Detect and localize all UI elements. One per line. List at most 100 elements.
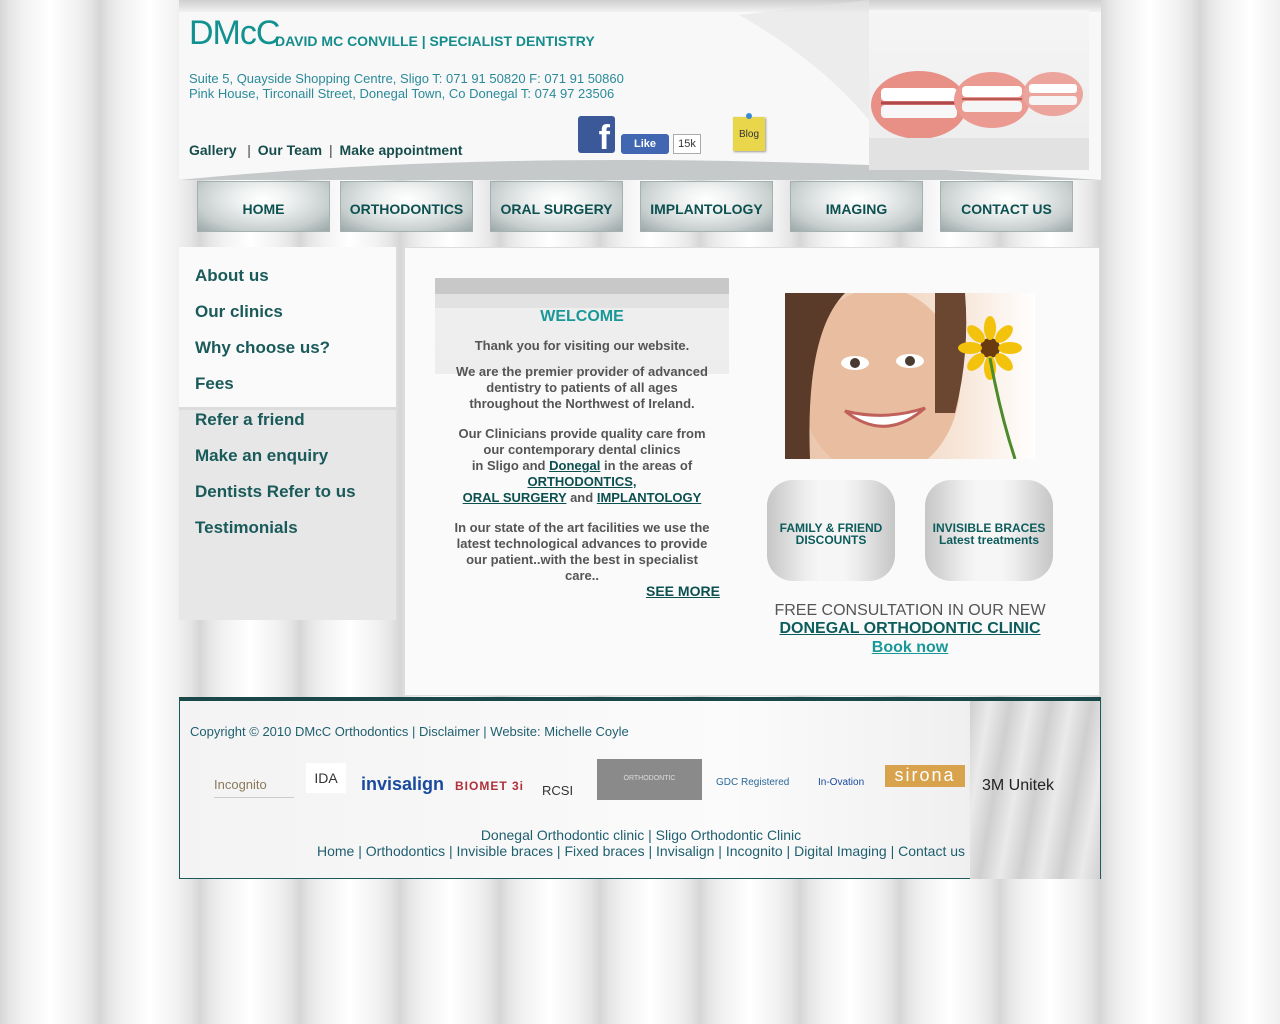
text-fragment: and xyxy=(570,490,594,505)
welcome-banner xyxy=(435,278,729,374)
footer-nav-links: Home | Orthodontics | Invisible braces |… xyxy=(316,843,966,859)
sidebar: About us Our clinics Why choose us? Fees… xyxy=(179,247,397,867)
site-logo[interactable]: DMcC xyxy=(189,14,280,53)
sidebar-item-testimonials[interactable]: Testimonials xyxy=(195,518,298,538)
footer-link-incognito[interactable]: Incognito xyxy=(726,843,783,859)
facebook-like-count: 15k xyxy=(673,134,701,154)
3m-unitek-logo: 3M Unitek xyxy=(982,777,1054,795)
text-fragment: in Sligo and xyxy=(471,458,546,473)
footer-link-contact-us[interactable]: Contact us xyxy=(898,843,965,859)
footer-link-digital-imaging[interactable]: Digital Imaging xyxy=(794,843,887,859)
family-friend-discounts-button[interactable]: FAMILY & FRIEND DISCOUNTS xyxy=(767,480,895,581)
welcome-paragraph-line: throughout the Northwest of Ireland. xyxy=(469,396,695,411)
dental-models-image xyxy=(869,10,1089,170)
facebook-like-button[interactable]: Like xyxy=(621,134,669,154)
welcome-title: WELCOME xyxy=(540,308,624,325)
disclaimer-link[interactable]: Disclaimer xyxy=(419,724,480,739)
blog-note-icon[interactable]: Blog xyxy=(733,117,765,151)
gallery-link[interactable]: Gallery xyxy=(189,142,236,158)
sidebar-item-dentists-refer[interactable]: Dentists Refer to us xyxy=(195,482,356,502)
welcome-intro: Thank you for visiting our website. xyxy=(474,338,690,353)
denture-model-1 xyxy=(871,71,967,139)
sidebar-item-about-us[interactable]: About us xyxy=(195,266,269,286)
separator: | xyxy=(243,142,251,158)
nav-home[interactable]: HOME xyxy=(197,181,330,232)
copyright-text: Copyright © 2010 DMcC Orthodontics xyxy=(190,724,409,739)
welcome-paragraph-line: our contemporary dental clinics xyxy=(483,442,681,457)
logo-text: 3M Unitek xyxy=(982,777,1055,794)
donegal-link[interactable]: Donegal xyxy=(549,458,600,473)
welcome-paragraph-line: Our Clinicians provide quality care from xyxy=(458,426,706,441)
logo-text: sirona xyxy=(894,765,956,785)
facebook-like-label: Like xyxy=(633,138,656,150)
book-now-link[interactable]: Book now xyxy=(755,639,1065,657)
address-donegal: Pink House, Tirconaill Street, Donegal T… xyxy=(189,86,615,101)
nav-oral-surgery[interactable]: ORAL SURGERY xyxy=(490,181,623,232)
header-links: Gallery | Our Team | Make appointment xyxy=(189,142,462,158)
see-more-link[interactable]: SEE MORE xyxy=(646,583,720,599)
logo-text: IDA xyxy=(314,770,338,786)
smile-photo-graphic xyxy=(785,293,1022,459)
sidebar-item-make-an-enquiry[interactable]: Make an enquiry xyxy=(195,446,328,466)
our-team-link[interactable]: Our Team xyxy=(258,142,322,158)
make-appointment-link[interactable]: Make appointment xyxy=(340,142,463,158)
incognito-logo: Incognito xyxy=(214,777,294,798)
biomet-3i-logo: BIOMET 3i xyxy=(455,779,524,793)
logo-text: Incognito xyxy=(214,777,267,792)
main-navigation: HOME ORTHODONTICS ORAL SURGERY IMPLANTOL… xyxy=(197,181,1077,233)
separator: | xyxy=(329,142,333,158)
footer-link-fixed-braces[interactable]: Fixed braces xyxy=(564,843,644,859)
ida-logo: IDA xyxy=(306,763,346,793)
footer-link-invisalign[interactable]: Invisalign xyxy=(656,843,714,859)
website-credit: Website: Michelle Coyle xyxy=(490,724,629,739)
sidebar-item-our-clinics[interactable]: Our clinics xyxy=(195,302,283,322)
nav-contact-us[interactable]: CONTACT US xyxy=(940,181,1073,232)
sidebar-item-why-choose-us[interactable]: Why choose us? xyxy=(195,338,330,358)
page-container: DMcC DAVID MC CONVILLE | SPECIALIST DENT… xyxy=(179,0,1101,880)
sligo-orthodontic-clinic-link[interactable]: Sligo Orthodontic Clinic xyxy=(656,827,802,843)
orthodontics-link[interactable]: ORTHODONTICS, xyxy=(527,474,636,489)
promo-line2: Latest treatments xyxy=(938,533,1040,547)
denture-model-3 xyxy=(1023,72,1083,116)
pin-icon xyxy=(746,113,752,119)
main-content: WELCOME Thank you for visiting our websi… xyxy=(404,247,1100,696)
free-consultation-text: FREE CONSULTATION IN OUR NEW xyxy=(774,602,1046,619)
welcome-paragraph-line: in Sligo and Donegal in the areas of xyxy=(435,458,729,474)
footer-link-home[interactable]: Home xyxy=(317,843,354,859)
teeth-models-graphic xyxy=(869,71,1089,170)
implantology-link[interactable]: IMPLANTOLOGY xyxy=(597,490,701,505)
logo-text: RCSI xyxy=(542,783,574,798)
oral-surgery-link[interactable]: ORAL SURGERY xyxy=(463,490,567,505)
copyright-line: Copyright © 2010 DMcC Orthodontics | Dis… xyxy=(190,724,629,739)
logo-text: BIOMET 3i xyxy=(455,779,525,793)
facebook-icon[interactable]: f xyxy=(578,116,615,157)
sidebar-lower-panel xyxy=(179,407,396,620)
invisalign-logo: invisalign xyxy=(361,774,444,795)
site-footer: Copyright © 2010 DMcC Orthodontics | Dis… xyxy=(179,697,1101,879)
logo-text: GDC Registered xyxy=(716,777,790,788)
site-header: DMcC DAVID MC CONVILLE | SPECIALIST DENT… xyxy=(179,0,1101,180)
donegal-orthodontic-clinic-link[interactable]: Donegal Orthodontic clinic xyxy=(481,827,644,843)
footer-link-invisible-braces[interactable]: Invisible braces xyxy=(457,843,554,859)
address-sligo: Suite 5, Quayside Shopping Centre, Sligo… xyxy=(189,71,624,86)
nav-implantology[interactable]: IMPLANTOLOGY xyxy=(640,181,773,232)
blog-label: Blog xyxy=(738,129,759,140)
nav-orthodontics[interactable]: ORTHODONTICS xyxy=(340,181,473,232)
welcome-paragraph-line: dentistry to patients of all ages xyxy=(486,380,678,395)
in-ovation-logo: In-Ovation xyxy=(818,777,864,788)
welcome-paragraph-line: care.. xyxy=(565,568,599,583)
rcsi-logo: RCSI xyxy=(542,783,573,798)
welcome-paragraph-line: our patient..with the best in specialist xyxy=(466,552,698,567)
promo-line2: DISCOUNTS xyxy=(795,533,867,547)
donegal-clinic-link[interactable]: DONEGAL ORTHODONTIC CLINIC xyxy=(755,620,1065,638)
orthodontic-society-logo: ORTHODONTIC xyxy=(597,759,702,800)
nav-imaging[interactable]: IMAGING xyxy=(790,181,923,232)
text-fragment: in the areas of xyxy=(604,458,693,473)
footer-clinic-links: Donegal Orthodontic clinic | Sligo Ortho… xyxy=(480,827,802,843)
logo-text: ORTHODONTIC xyxy=(623,775,676,782)
sidebar-item-fees[interactable]: Fees xyxy=(195,374,234,394)
invisible-braces-button[interactable]: INVISIBLE BRACES Latest treatments xyxy=(925,480,1053,581)
footer-link-orthodontics[interactable]: Orthodontics xyxy=(366,843,445,859)
welcome-paragraph-line: In our state of the art facilities we us… xyxy=(454,520,710,535)
sidebar-item-refer-a-friend[interactable]: Refer a friend xyxy=(195,410,305,430)
